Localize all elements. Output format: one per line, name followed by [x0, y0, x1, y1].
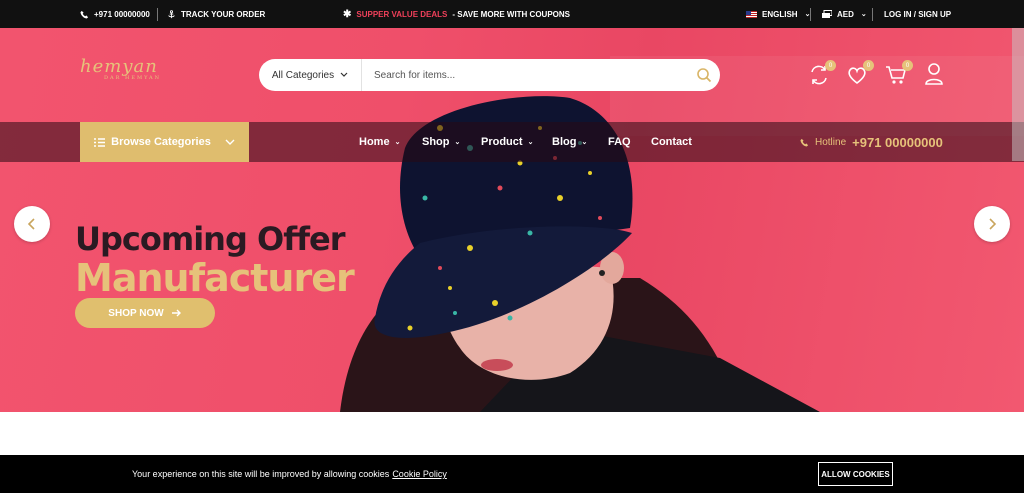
- divider: [157, 8, 158, 21]
- nav-item-product[interactable]: Product ⌄: [481, 122, 533, 162]
- hotline-label: Hotline: [815, 136, 847, 148]
- logo-subtext: DAR HEMYAN: [104, 75, 162, 81]
- search-button[interactable]: [688, 59, 720, 91]
- cart-button[interactable]: 0: [885, 60, 913, 88]
- chevron-left-icon: [27, 218, 35, 230]
- carousel-next-button[interactable]: [974, 206, 1010, 242]
- phone-icon: [80, 10, 89, 19]
- user-icon: [925, 63, 943, 85]
- chevron-down-icon: ⌄: [527, 139, 534, 146]
- language-label: ENGLISH: [762, 9, 798, 19]
- chevron-down-icon: ⌄: [581, 139, 588, 146]
- nav-item-blog[interactable]: Blog ⌄: [552, 122, 587, 162]
- site-logo[interactable]: hemyan DAR HEMYAN: [80, 56, 161, 81]
- search-input[interactable]: [374, 69, 688, 81]
- browse-categories-button[interactable]: Browse Categories: [80, 122, 249, 162]
- login-label: LOG IN / SIGN UP: [884, 9, 952, 19]
- nav-item-label: Contact: [651, 136, 692, 148]
- anchor-icon: [168, 9, 175, 18]
- hotline[interactable]: Hotline +971 00000000: [800, 122, 943, 162]
- shop-now-label: SHOP NOW: [108, 307, 164, 319]
- category-select[interactable]: All Categories: [259, 59, 362, 91]
- wishlist-button[interactable]: 0: [846, 60, 874, 88]
- phone-number: +971 00000000: [94, 9, 150, 19]
- phone-link[interactable]: +971 00000000: [80, 0, 150, 28]
- nav-item-contact[interactable]: Contact: [651, 122, 692, 162]
- list-icon: [94, 137, 106, 147]
- currency-selector[interactable]: AED ⌄: [822, 0, 867, 28]
- chevron-down-icon: [225, 139, 235, 145]
- asterisk-icon: ✱: [343, 8, 352, 20]
- nav-item-home[interactable]: Home ⌄: [359, 122, 400, 162]
- promo-accent: SUPPER VALUE DEALS: [356, 9, 448, 19]
- money-icon: [822, 9, 832, 18]
- cookie-banner: Your experience on this site will be imp…: [0, 455, 1024, 493]
- search-icon: [697, 68, 712, 83]
- nav-item-label: FAQ: [608, 136, 631, 148]
- category-select-label: All Categories: [271, 69, 335, 81]
- nav-item-label: Product: [481, 136, 523, 148]
- chevron-down-icon: [340, 72, 348, 77]
- cookie-policy-link[interactable]: Cookie Policy: [392, 469, 447, 479]
- currency-label: AED: [837, 9, 854, 19]
- wishlist-count-badge: 0: [863, 60, 874, 71]
- top-bar: +971 00000000 TRACK YOUR ORDER ✱ SUPPER …: [0, 0, 1024, 28]
- shop-now-button[interactable]: SHOP NOW: [75, 298, 215, 328]
- nav-item-label: Blog: [552, 136, 577, 148]
- scrollbar[interactable]: [1012, 28, 1024, 161]
- track-order-label: TRACK YOUR ORDER: [181, 9, 266, 19]
- allow-cookies-button[interactable]: ALLOW COOKIES: [818, 462, 893, 486]
- main-nav: Browse Categories Home ⌄ Shop ⌄ Product …: [0, 122, 1024, 162]
- cookie-message: Your experience on this site will be imp…: [132, 455, 447, 493]
- hero-subheadline: Manufacturer: [75, 256, 355, 300]
- logo-text: hemyan: [80, 56, 158, 77]
- track-order-link[interactable]: TRACK YOUR ORDER: [167, 0, 265, 28]
- account-button[interactable]: [924, 60, 946, 88]
- chevron-right-icon: [989, 218, 997, 230]
- chevron-down-icon: ⌄: [860, 11, 867, 18]
- browse-categories-label: Browse Categories: [111, 136, 211, 148]
- language-selector[interactable]: ENGLISH ⌄: [746, 0, 810, 28]
- search-bar: All Categories: [259, 59, 720, 91]
- us-flag-icon: [746, 10, 757, 18]
- chevron-down-icon: ⌄: [454, 139, 461, 146]
- hero-headline: Upcoming Offer: [75, 220, 346, 258]
- arrow-right-icon: [171, 309, 181, 317]
- nav-item-shop[interactable]: Shop ⌄: [422, 122, 460, 162]
- phone-icon: [800, 138, 809, 147]
- promo-text: - SAVE MORE WITH COUPONS: [452, 9, 571, 19]
- divider: [872, 8, 873, 21]
- promo-banner: ✱ SUPPER VALUE DEALS - SAVE MORE WITH CO…: [343, 0, 570, 28]
- login-signup-link[interactable]: LOG IN / SIGN UP: [884, 0, 951, 28]
- nav-item-label: Home: [359, 136, 390, 148]
- carousel-prev-button[interactable]: [14, 206, 50, 242]
- divider: [810, 8, 811, 21]
- cart-count-badge: 0: [902, 60, 913, 71]
- cookie-text: Your experience on this site will be imp…: [132, 469, 390, 479]
- hotline-number: +971 00000000: [852, 134, 943, 150]
- nav-item-label: Shop: [422, 136, 450, 148]
- compare-count-badge: 0: [825, 60, 836, 71]
- nav-item-faq[interactable]: FAQ: [608, 122, 631, 162]
- compare-button[interactable]: 0: [808, 60, 836, 88]
- chevron-down-icon: ⌄: [394, 139, 401, 146]
